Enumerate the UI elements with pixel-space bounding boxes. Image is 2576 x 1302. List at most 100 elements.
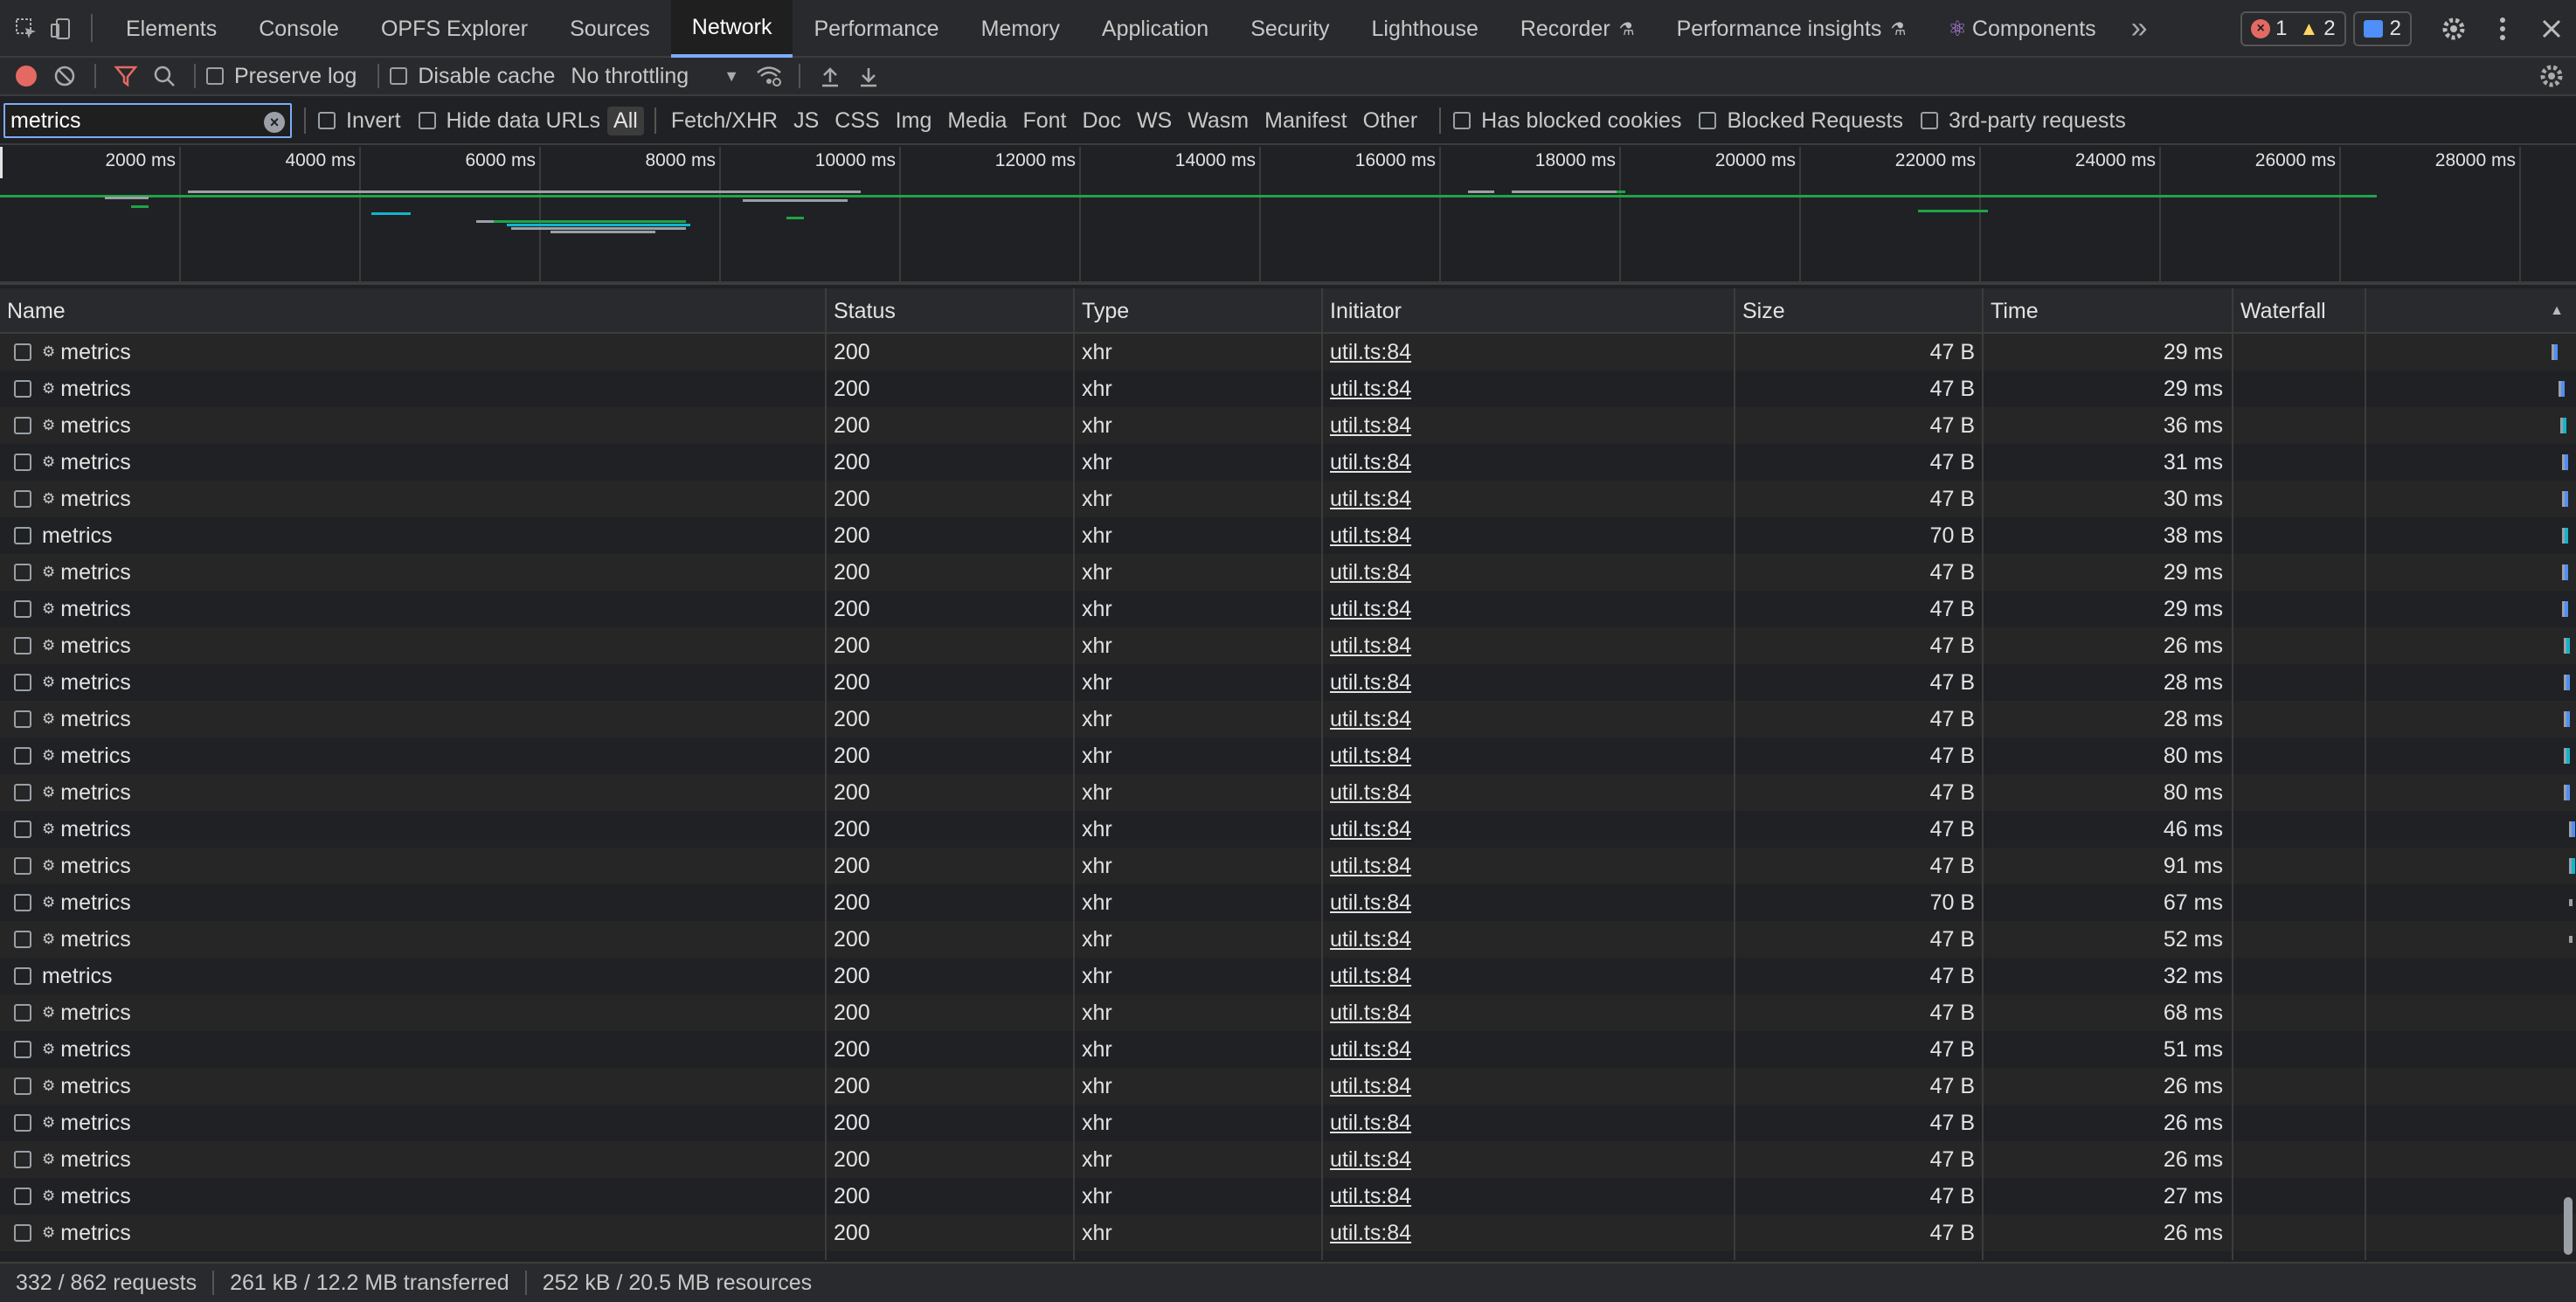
tab-network[interactable]: Network: [670, 0, 793, 58]
initiator-link[interactable]: util.ts:84: [1330, 780, 1411, 806]
row-checkbox[interactable]: [14, 454, 31, 471]
name-cell[interactable]: ⚙ metrics: [0, 1178, 825, 1215]
messages-counter[interactable]: 2: [2352, 11, 2412, 46]
tab-console[interactable]: Console: [238, 0, 360, 58]
filter-type-wasm[interactable]: Wasm: [1181, 107, 1255, 135]
column-divider[interactable]: [2232, 288, 2233, 1260]
column-header-size[interactable]: Size: [1735, 288, 1984, 334]
name-cell[interactable]: ⚙ metrics: [0, 334, 825, 371]
name-cell[interactable]: metrics: [0, 517, 825, 554]
row-checkbox[interactable]: [14, 417, 31, 434]
column-header-time[interactable]: Time: [1984, 288, 2232, 334]
column-divider[interactable]: [1734, 288, 1735, 1260]
name-cell[interactable]: ⚙ metrics: [0, 811, 825, 848]
row-checkbox[interactable]: [14, 637, 31, 654]
name-cell[interactable]: ⚙ metrics: [0, 774, 825, 811]
initiator-link[interactable]: util.ts:84: [1330, 1184, 1411, 1209]
row-checkbox[interactable]: [14, 747, 31, 765]
third-party-requests-checkbox[interactable]: 3rd-party requests: [1920, 108, 2126, 134]
name-cell[interactable]: ⚙ metrics: [0, 407, 825, 444]
table-row[interactable]: ⚙ metrics 200 xhr util.ts:84 47 B 30 ms: [0, 481, 2576, 517]
table-row[interactable]: ⚙ metrics 200 xhr util.ts:84 47 B 26 ms: [0, 1105, 2576, 1141]
device-toolbar-icon[interactable]: [44, 0, 79, 58]
name-cell[interactable]: ⚙ metrics: [0, 444, 825, 481]
tab-recorder[interactable]: Recorder ⚗: [1499, 0, 1656, 58]
column-header-initiator[interactable]: Initiator: [1323, 288, 1735, 334]
filter-type-css[interactable]: CSS: [828, 107, 885, 135]
import-har-button[interactable]: [811, 57, 849, 95]
table-row[interactable]: ⚙ metrics 200 xhr util.ts:84 47 B 68 ms: [0, 994, 2576, 1031]
checkbox-box[interactable]: [206, 67, 224, 85]
row-checkbox[interactable]: [14, 1077, 31, 1095]
tab-application[interactable]: Application: [1081, 0, 1229, 58]
table-row[interactable]: ⚙ metrics 200 xhr util.ts:84 47 B 26 ms: [0, 627, 2576, 664]
table-row[interactable]: ⚙ metrics 200 xhr util.ts:84 47 B 27 ms: [0, 1178, 2576, 1215]
tab-performance-insights[interactable]: Performance insights ⚗: [1656, 0, 1928, 58]
row-checkbox[interactable]: [14, 821, 31, 838]
tab-lighthouse[interactable]: Lighthouse: [1351, 0, 1499, 58]
table-row[interactable]: ⚙ metrics 200 xhr util.ts:84 47 B 26 ms: [0, 1141, 2576, 1178]
has-blocked-cookies-checkbox[interactable]: Has blocked cookies: [1453, 108, 1681, 134]
filter-type-js[interactable]: JS: [787, 107, 825, 135]
table-row[interactable]: ⚙ metrics 200 xhr util.ts:84 47 B 28 ms: [0, 664, 2576, 701]
checkbox-box[interactable]: [1453, 112, 1472, 129]
name-cell[interactable]: ⚙ metrics: [0, 371, 825, 407]
tab-opfs-explorer[interactable]: OPFS Explorer: [360, 0, 549, 58]
clear-filter-icon[interactable]: ×: [264, 112, 285, 133]
row-checkbox[interactable]: [14, 343, 31, 361]
filter-type-other[interactable]: Other: [1357, 107, 1424, 135]
table-row[interactable]: metrics 200 xhr util.ts:84 70 B 38 ms: [0, 517, 2576, 554]
checkbox-box[interactable]: [318, 112, 336, 129]
row-checkbox[interactable]: [14, 490, 31, 508]
invert-checkbox[interactable]: Invert: [318, 108, 401, 134]
name-cell[interactable]: metrics: [0, 958, 825, 994]
clear-button[interactable]: [45, 57, 84, 95]
network-conditions-button[interactable]: [750, 57, 788, 95]
row-checkbox[interactable]: [14, 1114, 31, 1132]
table-row[interactable]: ⚙ metrics 200 xhr util.ts:84 47 B 80 ms: [0, 738, 2576, 774]
table-row[interactable]: metrics 200 xhr util.ts:84 47 B 32 ms: [0, 958, 2576, 994]
row-checkbox[interactable]: [14, 1188, 31, 1205]
row-checkbox[interactable]: [14, 600, 31, 618]
table-row[interactable]: ⚙ metrics 200 xhr util.ts:84 47 B 51 ms: [0, 1031, 2576, 1068]
table-row[interactable]: ⚙ metrics 200 xhr util.ts:84 47 B 26 ms: [0, 1068, 2576, 1105]
name-cell[interactable]: ⚙ metrics: [0, 1105, 825, 1141]
close-devtools-icon[interactable]: [2527, 0, 2576, 58]
name-cell[interactable]: ⚙ metrics: [0, 701, 825, 738]
table-row[interactable]: ⚙ metrics 200 xhr util.ts:84 47 B 46 ms: [0, 811, 2576, 848]
filter-type-ws[interactable]: WS: [1131, 107, 1178, 135]
row-checkbox[interactable]: [14, 674, 31, 691]
preserve-log-checkbox[interactable]: Preserve log: [206, 64, 357, 89]
name-cell[interactable]: ⚙ metrics: [0, 848, 825, 884]
initiator-link[interactable]: util.ts:84: [1330, 1037, 1411, 1063]
hide-data-urls-checkbox[interactable]: Hide data URLs: [418, 108, 600, 134]
initiator-link[interactable]: util.ts:84: [1330, 817, 1411, 842]
row-checkbox[interactable]: [14, 857, 31, 875]
filter-type-media[interactable]: Media: [941, 107, 1013, 135]
initiator-link[interactable]: util.ts:84: [1330, 1221, 1411, 1246]
initiator-link[interactable]: util.ts:84: [1330, 927, 1411, 952]
checkbox-box[interactable]: [390, 67, 408, 85]
table-row[interactable]: ⚙ metrics 200 xhr util.ts:84 47 B 31 ms: [0, 444, 2576, 481]
table-row[interactable]: ⚙ metrics 200 xhr util.ts:84 47 B 91 ms: [0, 848, 2576, 884]
table-row[interactable]: ⚙ metrics 200 xhr util.ts:84 47 B 28 ms: [0, 701, 2576, 738]
column-divider[interactable]: [1321, 288, 1323, 1260]
filter-input[interactable]: [10, 107, 238, 134]
checkbox-box[interactable]: [1920, 112, 1938, 129]
name-cell[interactable]: ⚙ metrics: [0, 627, 825, 664]
disable-cache-checkbox[interactable]: Disable cache: [390, 64, 555, 89]
name-cell[interactable]: ⚙ metrics: [0, 738, 825, 774]
column-divider[interactable]: [1982, 288, 1984, 1260]
initiator-link[interactable]: util.ts:84: [1330, 1111, 1411, 1136]
row-checkbox[interactable]: [14, 894, 31, 911]
row-checkbox[interactable]: [14, 967, 31, 985]
tab-sources[interactable]: Sources: [549, 0, 671, 58]
initiator-link[interactable]: util.ts:84: [1330, 560, 1411, 585]
row-checkbox[interactable]: [14, 527, 31, 544]
tab-elements[interactable]: Elements: [105, 0, 238, 58]
filter-type-fetch-xhr[interactable]: Fetch/XHR: [665, 107, 784, 135]
table-row[interactable]: ⚙ metrics 200 xhr util.ts:84 47 B 29 ms: [0, 591, 2576, 627]
network-settings-button[interactable]: [2532, 57, 2571, 95]
table-row[interactable]: ⚙ metrics 200 xhr util.ts:84 47 B 52 ms: [0, 921, 2576, 958]
tab-memory[interactable]: Memory: [960, 0, 1081, 58]
